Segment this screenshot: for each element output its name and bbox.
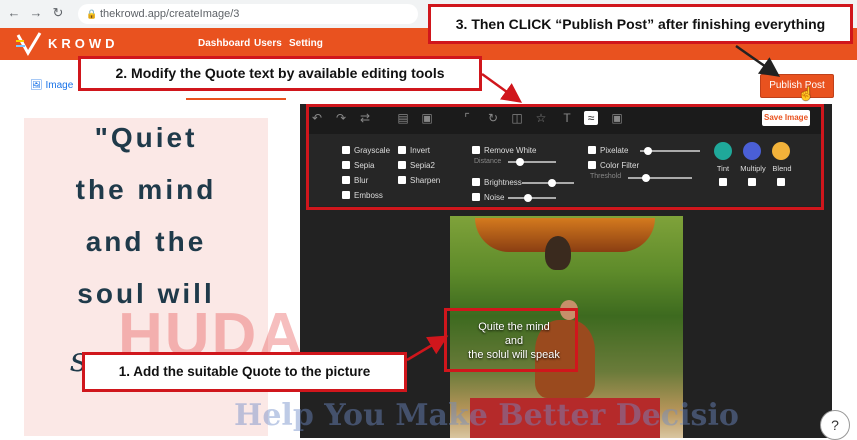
- arrow-to-quote: [406, 335, 449, 362]
- help-icon[interactable]: ?: [820, 410, 850, 440]
- annotation-arrows: [406, 44, 781, 362]
- arrow-to-tools: [481, 72, 523, 103]
- arrow-to-publish: [735, 44, 781, 77]
